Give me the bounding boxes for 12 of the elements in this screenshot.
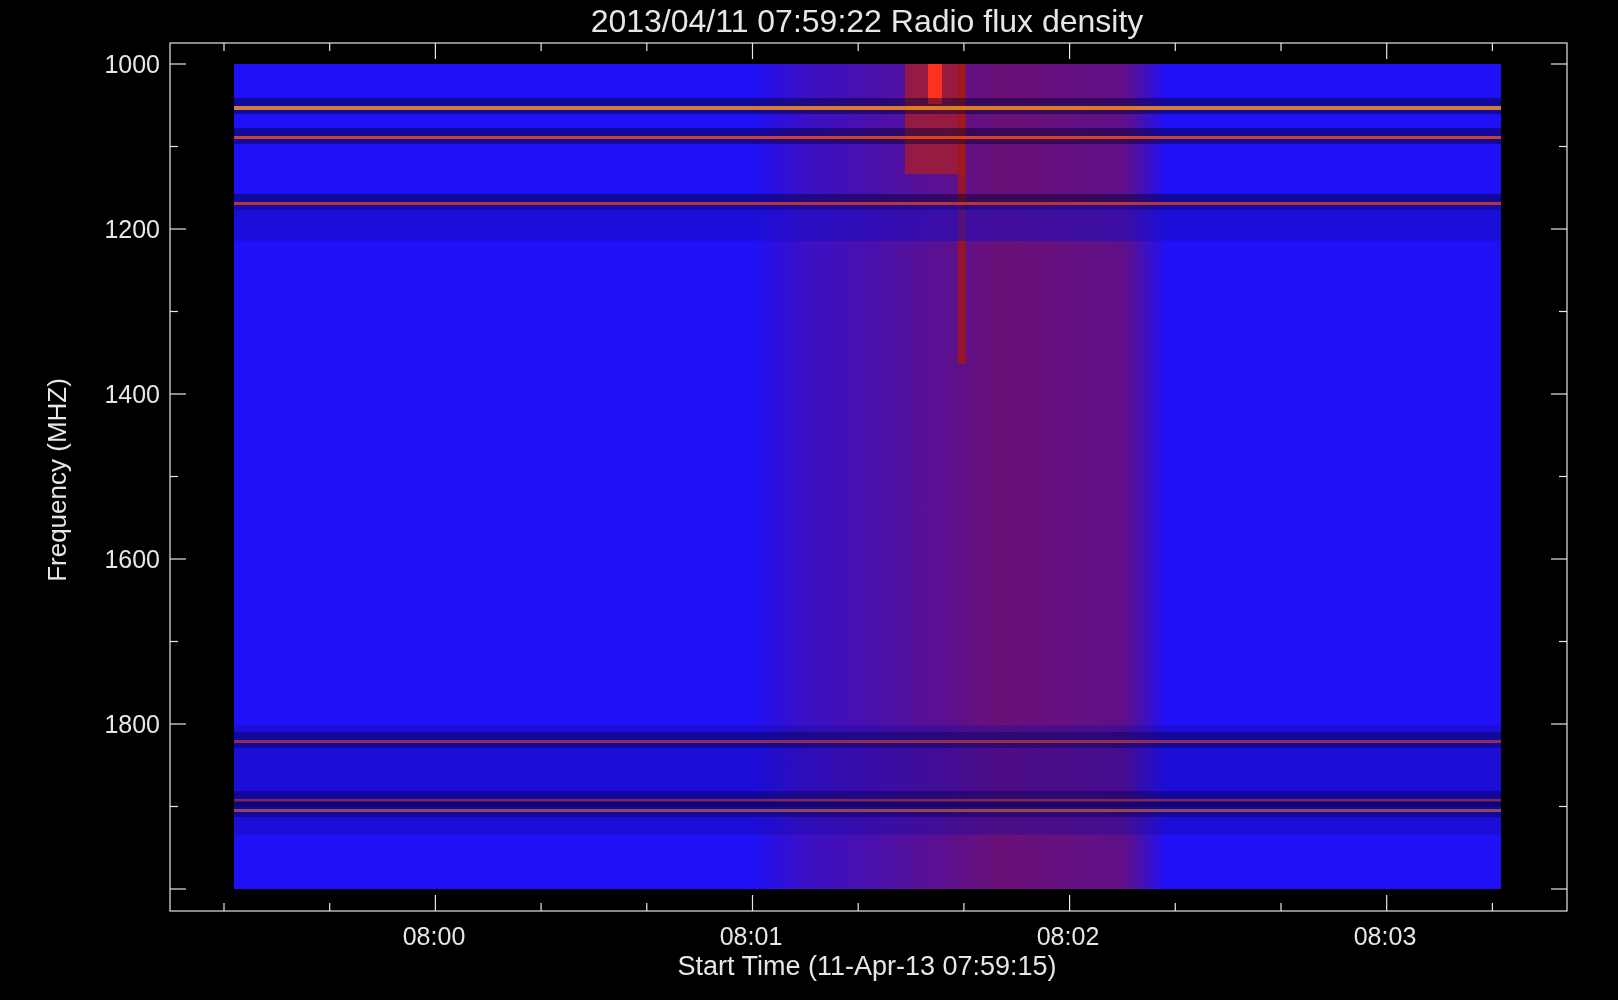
y-tick-label: 1800: [104, 710, 160, 738]
y-tick-label: 1000: [104, 50, 160, 78]
y-tick-label: 1200: [104, 215, 160, 243]
plot-title: 2013/04/11 07:59:22 Radio flux density: [590, 3, 1144, 39]
y-axis-label: Frequency (MHZ): [42, 378, 72, 582]
x-tick-label: 08:02: [1036, 922, 1100, 950]
x-tick-label: 08:00: [402, 922, 466, 950]
y-tick-label: 1400: [104, 380, 160, 408]
x-axis-label: Start Time (11-Apr-13 07:59:15): [677, 951, 1057, 981]
y-tick-label: 1600: [104, 545, 160, 573]
x-tick-label: 08:01: [719, 922, 783, 950]
x-tick-label: 08:03: [1353, 922, 1417, 950]
